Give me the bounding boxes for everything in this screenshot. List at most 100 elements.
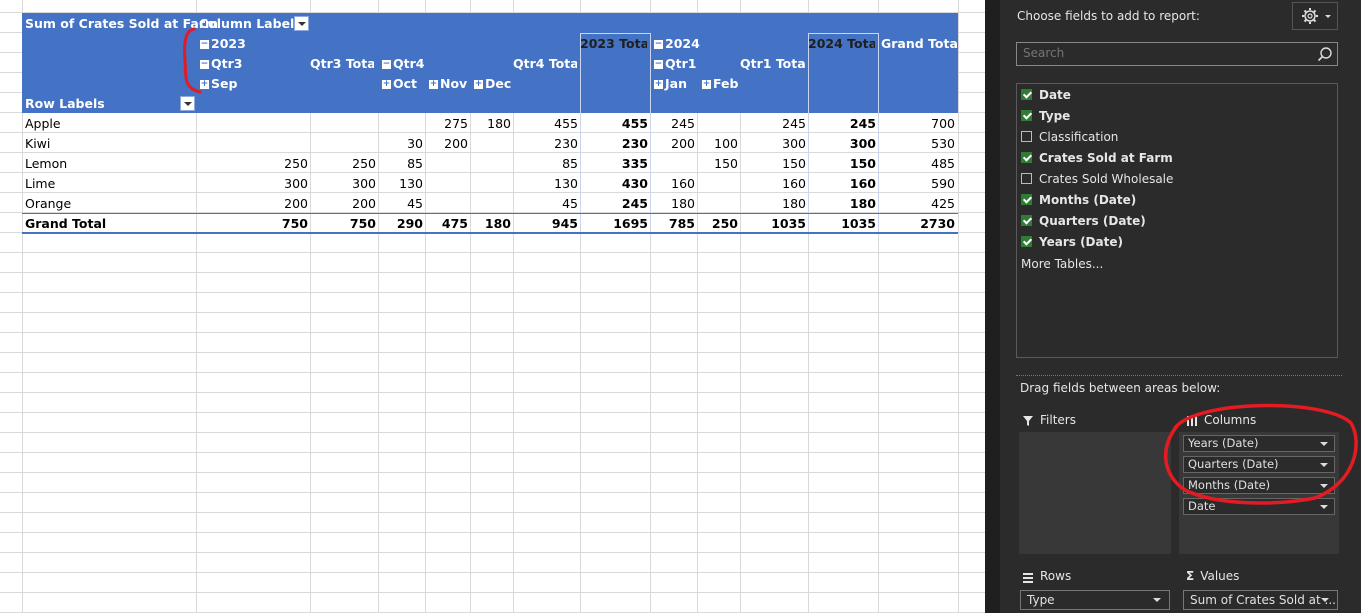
row-label[interactable]: Lime [25, 174, 55, 194]
value-cell[interactable]: 2730 [895, 214, 955, 234]
filters-drop-area[interactable] [1019, 432, 1171, 554]
value-cell[interactable] [451, 194, 511, 214]
value-field-crates-sold[interactable]: Sum of Crates Sold at ... [1183, 590, 1338, 610]
year-2023-total-header[interactable]: 2023 Total [580, 34, 647, 54]
row-label[interactable]: Lemon [25, 154, 67, 174]
field-item[interactable]: Type [1021, 106, 1070, 126]
value-cell[interactable]: 250 [678, 214, 738, 234]
value-cell[interactable] [248, 134, 308, 154]
value-cell[interactable]: 130 [518, 174, 578, 194]
checkbox-unchecked-icon[interactable] [1021, 131, 1032, 142]
qtr1-total-header[interactable]: Qtr1 Total [740, 54, 805, 74]
checkbox-checked-icon[interactable] [1021, 215, 1032, 226]
pane-splitter[interactable] [985, 0, 1000, 613]
search-input[interactable] [1017, 43, 1309, 63]
value-cell[interactable]: 1035 [816, 214, 876, 234]
qtr4-header[interactable]: − Qtr4 [382, 54, 424, 74]
nov-header[interactable]: + Nov [429, 74, 467, 94]
filter-icon [1023, 415, 1033, 426]
field-item[interactable]: Crates Sold at Farm [1021, 148, 1173, 168]
value-cell[interactable] [451, 154, 511, 174]
collapse-icon[interactable]: − [382, 60, 391, 69]
value-cell[interactable]: 200 [248, 194, 308, 214]
value-cell[interactable]: 180 [451, 214, 511, 234]
checkbox-checked-icon[interactable] [1021, 89, 1032, 100]
row-labels-header[interactable]: Row Labels [25, 94, 105, 114]
row-field-type[interactable]: Type [1020, 590, 1170, 610]
value-cell[interactable]: 180 [816, 194, 876, 214]
collapse-icon[interactable]: − [654, 60, 663, 69]
value-cell[interactable]: 300 [816, 134, 876, 154]
value-cell[interactable]: 245 [816, 114, 876, 134]
expand-icon[interactable]: + [654, 80, 663, 89]
checkbox-checked-icon[interactable] [1021, 236, 1032, 247]
field-item[interactable]: Date [1021, 85, 1071, 105]
value-cell[interactable]: 150 [816, 154, 876, 174]
settings-button[interactable] [1292, 2, 1338, 30]
year-2024-header[interactable]: −2024 [654, 34, 700, 54]
jan-header[interactable]: + Jan [654, 74, 687, 94]
expand-icon[interactable]: + [474, 80, 483, 89]
column-labels-filter-dropdown[interactable] [294, 16, 309, 31]
collapse-icon[interactable]: − [654, 40, 663, 49]
more-tables-link[interactable]: More Tables... [1021, 254, 1103, 274]
value-cell[interactable]: 1035 [746, 214, 806, 234]
field-item[interactable]: Quarters (Date) [1021, 211, 1146, 231]
value-cell[interactable]: 300 [248, 174, 308, 194]
value-cell[interactable] [451, 174, 511, 194]
field-search[interactable] [1016, 42, 1338, 66]
value-cell[interactable]: 485 [895, 154, 955, 174]
value-cell[interactable]: 945 [518, 214, 578, 234]
column-labels-header[interactable]: Column Labels [199, 14, 302, 34]
row-label[interactable]: Orange [25, 194, 71, 214]
feb-header[interactable]: + Feb [702, 74, 738, 94]
value-cell[interactable]: 300 [746, 134, 806, 154]
search-icon[interactable] [1317, 46, 1333, 62]
qtr4-total-header[interactable]: Qtr4 Total [513, 54, 577, 74]
grand-total-row-label[interactable]: Grand Total [25, 214, 106, 234]
field-item[interactable]: Classification [1021, 127, 1118, 147]
value-cell[interactable]: 160 [746, 174, 806, 194]
value-cell[interactable] [451, 134, 511, 154]
checkbox-checked-icon[interactable] [1021, 152, 1032, 163]
grand-total-header[interactable]: Grand Total [881, 34, 962, 54]
field-item[interactable]: Months (Date) [1021, 190, 1136, 210]
row-labels-filter-dropdown[interactable] [180, 96, 195, 111]
value-cell[interactable] [678, 174, 738, 194]
value-cell[interactable]: 180 [746, 194, 806, 214]
value-cell[interactable]: 250 [248, 154, 308, 174]
value-cell[interactable]: 180 [451, 114, 511, 134]
checkbox-checked-icon[interactable] [1021, 194, 1032, 205]
value-cell[interactable]: 230 [518, 134, 578, 154]
value-cell[interactable]: 160 [816, 174, 876, 194]
value-cell[interactable]: 150 [746, 154, 806, 174]
value-cell[interactable]: 45 [518, 194, 578, 214]
value-cell[interactable]: 425 [895, 194, 955, 214]
value-cell[interactable]: 750 [248, 214, 308, 234]
value-cell[interactable] [678, 114, 738, 134]
oct-header[interactable]: + Oct [382, 74, 417, 94]
expand-icon[interactable]: + [382, 80, 391, 89]
row-label[interactable]: Apple [25, 114, 61, 134]
expand-icon[interactable]: + [429, 80, 438, 89]
value-cell[interactable]: 245 [746, 114, 806, 134]
value-cell[interactable] [248, 114, 308, 134]
value-cell[interactable]: 590 [895, 174, 955, 194]
qtr3-total-header[interactable]: Qtr3 Total [310, 54, 374, 74]
field-item[interactable]: Years (Date) [1021, 232, 1123, 252]
year-2024-total-header[interactable]: 2024 Total [808, 34, 875, 54]
row-label[interactable]: Kiwi [25, 134, 50, 154]
checkbox-unchecked-icon[interactable] [1021, 173, 1032, 184]
expand-icon[interactable]: + [702, 80, 711, 89]
value-cell[interactable]: 100 [678, 134, 738, 154]
value-cell[interactable]: 530 [895, 134, 955, 154]
value-cell[interactable]: 85 [518, 154, 578, 174]
dec-header[interactable]: + Dec [474, 74, 511, 94]
value-cell[interactable]: 455 [518, 114, 578, 134]
value-cell[interactable]: 700 [895, 114, 955, 134]
checkbox-checked-icon[interactable] [1021, 110, 1032, 121]
value-cell[interactable]: 150 [678, 154, 738, 174]
value-cell[interactable] [678, 194, 738, 214]
qtr1-header[interactable]: − Qtr1 [654, 54, 696, 74]
field-item[interactable]: Crates Sold Wholesale [1021, 169, 1173, 189]
